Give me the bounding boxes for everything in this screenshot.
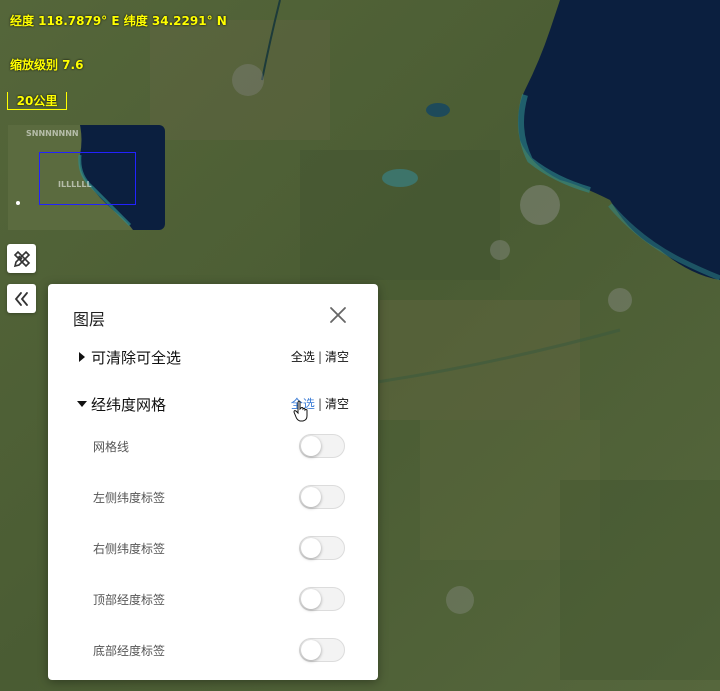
double-chevron-left-icon [14, 291, 28, 306]
layer-group-clearable: 可清除可全选 全选 | 清空 [75, 346, 349, 368]
switch-knob [301, 538, 321, 558]
layer-item-label: 左侧纬度标签 [93, 491, 166, 505]
close-button[interactable] [327, 304, 349, 326]
clear-link[interactable]: 清空 [325, 397, 349, 411]
select-all-link[interactable]: 全选 [291, 350, 315, 364]
clear-link[interactable]: 清空 [325, 350, 349, 364]
group-name: 经纬度网格 [91, 395, 167, 414]
layer-item-label: 网格线 [93, 440, 130, 454]
layer-toggle-switch[interactable] [299, 638, 345, 662]
layer-item-label: 顶部经度标签 [93, 593, 166, 607]
layer-item-right-lat-labels: 右侧纬度标签 [93, 536, 345, 560]
overview-map[interactable]: SNNNNNNN ILLLLLL [8, 125, 165, 230]
group-name: 可清除可全选 [91, 348, 182, 367]
group-expand-toggle[interactable]: 可清除可全选 [75, 346, 181, 368]
zoom-level-readout: 缩放级别 7.6 [10, 58, 84, 72]
layer-item-bottom-lon-labels: 底部经度标签 [93, 638, 345, 662]
scale-bar: 20公里 [7, 92, 67, 110]
group-expand-toggle[interactable]: 经纬度网格 [75, 393, 166, 415]
switch-knob [301, 640, 321, 660]
overview-label-top: SNNNNNNN [26, 129, 79, 138]
switch-knob [301, 487, 321, 507]
caret-right-icon [79, 352, 85, 362]
layer-item-top-lon-labels: 顶部经度标签 [93, 587, 345, 611]
switch-knob [301, 589, 321, 609]
layer-item-label: 底部经度标签 [93, 644, 166, 658]
action-separator: | [317, 397, 322, 411]
close-icon [330, 307, 346, 323]
layer-toggle-switch[interactable] [299, 587, 345, 611]
panel-title: 图层 [73, 310, 106, 329]
overview-viewport-box[interactable] [39, 152, 136, 205]
layer-item-grid-lines: 网格线 [93, 434, 345, 458]
action-separator: | [317, 350, 322, 364]
layer-toggle-switch[interactable] [299, 485, 345, 509]
caret-down-icon [77, 401, 87, 407]
measure-tool-button[interactable] [7, 244, 36, 273]
layer-toggle-switch[interactable] [299, 434, 345, 458]
ruler-pencil-icon [13, 250, 30, 267]
coordinate-readout: 经度 118.7879° E 纬度 34.2291° N [10, 14, 227, 28]
switch-knob [301, 436, 321, 456]
hand-pointer-cursor-icon [293, 400, 308, 422]
layer-panel: 图层 可清除可全选 全选 | 清空 经纬度网格 全选 | 清空 网格线 左侧纬度… [48, 284, 378, 680]
layer-toggle-switch[interactable] [299, 536, 345, 560]
satellite-map[interactable]: 经度 118.7879° E 纬度 34.2291° N 缩放级别 7.6 20… [0, 0, 720, 691]
collapse-panel-button[interactable] [7, 284, 36, 313]
layer-item-label: 右侧纬度标签 [93, 542, 166, 556]
group-actions: 全选 | 清空 [291, 348, 349, 365]
layer-item-left-lat-labels: 左侧纬度标签 [93, 485, 345, 509]
